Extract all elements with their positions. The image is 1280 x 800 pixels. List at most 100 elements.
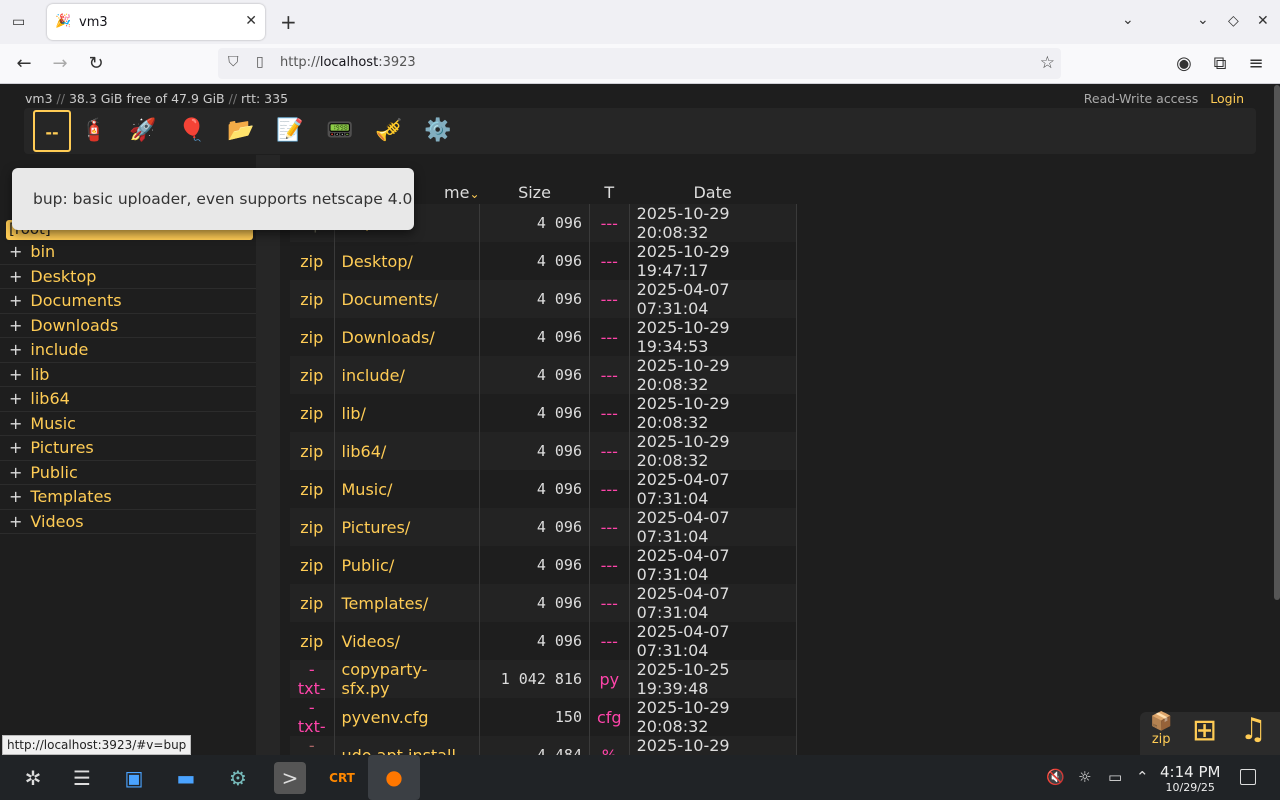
- tree-item[interactable]: + Downloads: [0, 314, 256, 338]
- forward-icon[interactable]: →: [48, 53, 72, 74]
- tree-item[interactable]: + Documents: [0, 289, 256, 314]
- expand-plus-icon[interactable]: +: [9, 389, 22, 408]
- file-name-link[interactable]: Videos/: [334, 622, 480, 660]
- tray-expand-icon[interactable]: ⌃: [1136, 768, 1149, 786]
- close-tab-icon[interactable]: ✕: [245, 13, 257, 29]
- expand-plus-icon[interactable]: +: [9, 463, 22, 482]
- extensions-icon[interactable]: ⧉: [1208, 53, 1232, 74]
- minimize-icon[interactable]: ⌄: [1197, 12, 1209, 28]
- tree-item[interactable]: + Videos: [0, 510, 256, 534]
- login-link[interactable]: Login: [1210, 91, 1244, 106]
- menu-icon[interactable]: ≡: [1244, 53, 1268, 74]
- tree-item[interactable]: + include: [0, 338, 256, 363]
- page-info-icon[interactable]: ▯: [256, 54, 264, 70]
- table-row[interactable]: zip Videos/4 096 --- 2025-04-07 07:31:04: [290, 622, 797, 660]
- shield-icon[interactable]: ⛉: [228, 54, 239, 70]
- url-bar[interactable]: ⛉ ▯ http://localhost:3923 ☆: [218, 48, 1061, 79]
- tree-item[interactable]: + Desktop: [0, 265, 256, 289]
- table-row[interactable]: -txt-pyvenv.cfg 150 cfg 2025-10-29 20:08:32: [290, 698, 797, 736]
- table-row[interactable]: -txt-copyparty-sfx.py 1 042 816 py 2025-10-…: [290, 660, 797, 698]
- table-row[interactable]: zip Desktop/4 096 --- 2025-10-29 19:47:17: [290, 242, 797, 280]
- row-action-link[interactable]: zip: [290, 394, 335, 432]
- row-action-link[interactable]: zip: [290, 318, 335, 356]
- file-name-link[interactable]: lib/: [334, 394, 480, 432]
- row-action-link[interactable]: zip: [290, 584, 335, 622]
- expand-plus-icon[interactable]: +: [9, 438, 22, 457]
- tree-item[interactable]: + lib: [0, 363, 256, 387]
- file-name-link[interactable]: include/: [334, 356, 480, 394]
- close-window-icon[interactable]: ✕: [1257, 13, 1269, 29]
- show-desktop-icon[interactable]: [1240, 769, 1256, 785]
- file-name-link[interactable]: Desktop/: [334, 242, 480, 280]
- expand-plus-icon[interactable]: +: [9, 365, 22, 384]
- browser-tab[interactable]: 🎉 vm3 ✕: [47, 4, 265, 40]
- row-action-link[interactable]: zip: [290, 356, 335, 394]
- file-name-link[interactable]: Pictures/: [334, 508, 480, 546]
- table-row[interactable]: zip Pictures/4 096 --- 2025-04-07 07:31:04: [290, 508, 797, 546]
- file-name-link[interactable]: Music/: [334, 470, 480, 508]
- brightness-icon[interactable]: ☼: [1078, 768, 1091, 786]
- tab-overview-icon[interactable]: ▭: [12, 14, 25, 30]
- expand-plus-icon[interactable]: +: [9, 512, 22, 531]
- row-action-link[interactable]: zip: [290, 622, 335, 660]
- table-row[interactable]: zip Templates/4 096 --- 2025-04-07 07:31:04: [290, 584, 797, 622]
- expand-plus-icon[interactable]: +: [9, 242, 22, 261]
- tree-item[interactable]: + Templates: [0, 485, 256, 510]
- table-row[interactable]: zip Music/4 096 --- 2025-04-07 07:31:04: [290, 470, 797, 508]
- file-name-link[interactable]: Downloads/: [334, 318, 480, 356]
- table-row[interactable]: zip Downloads/4 096 --- 2025-10-29 19:34:53: [290, 318, 797, 356]
- expand-plus-icon[interactable]: +: [9, 267, 22, 286]
- rocket-icon[interactable]: 🚀: [124, 110, 162, 152]
- table-row[interactable]: zip lib64/4 096 --- 2025-10-29 20:08:32: [290, 432, 797, 470]
- bookmark-star-icon[interactable]: ☆: [1040, 53, 1055, 73]
- row-action-link[interactable]: -txt-: [290, 736, 335, 755]
- row-action-link[interactable]: -txt-: [290, 698, 335, 736]
- zip-download-button[interactable]: 📦 zip: [1150, 712, 1172, 748]
- row-action-link[interactable]: zip: [290, 242, 335, 280]
- balloon-icon[interactable]: 🎈: [173, 110, 211, 152]
- tree-item[interactable]: + Public: [0, 461, 256, 485]
- clock[interactable]: 4:14 PM 10/29/25: [1160, 763, 1220, 794]
- fire-extinguisher-icon[interactable]: 🧯: [75, 110, 113, 152]
- discover-store-icon[interactable]: ▣: [118, 762, 150, 794]
- restore-icon[interactable]: ◇: [1228, 13, 1239, 29]
- expand-plus-icon[interactable]: +: [9, 340, 22, 359]
- column-header-size[interactable]: Size: [480, 180, 590, 204]
- new-tab-icon[interactable]: +: [280, 10, 297, 34]
- trumpet-icon[interactable]: 🎺: [370, 110, 408, 152]
- system-settings-icon[interactable]: ☰: [66, 762, 98, 794]
- url-text[interactable]: http://localhost:3923: [280, 55, 416, 70]
- column-header-type[interactable]: T: [590, 180, 630, 204]
- table-row[interactable]: -txt-udo apt install4 484%2025-10-29 20:…: [290, 736, 797, 755]
- app-launcher-icon[interactable]: ✲: [17, 762, 49, 794]
- music-player-icon[interactable]: ♫: [1240, 714, 1267, 746]
- table-row[interactable]: zip Documents/4 096 --- 2025-04-07 07:31:04: [290, 280, 797, 318]
- file-name-link[interactable]: lib64/: [334, 432, 480, 470]
- tree-item[interactable]: + Pictures: [0, 436, 256, 461]
- file-name-link[interactable]: pyvenv.cfg: [334, 698, 480, 736]
- row-action-link[interactable]: zip: [290, 546, 335, 584]
- tab-list-chevron-icon[interactable]: ⌄: [1122, 12, 1134, 28]
- tree-item[interactable]: + lib64: [0, 387, 256, 412]
- file-manager-icon[interactable]: ▬: [170, 762, 202, 794]
- expand-plus-icon[interactable]: +: [9, 291, 22, 310]
- network-icon[interactable]: ▭: [1108, 768, 1122, 786]
- expand-plus-icon[interactable]: +: [9, 316, 22, 335]
- row-action-link[interactable]: zip: [290, 508, 335, 546]
- terminal-icon[interactable]: >: [274, 762, 306, 794]
- table-row[interactable]: zip lib/4 096 --- 2025-10-29 20:08:32: [290, 394, 797, 432]
- file-name-link[interactable]: copyparty-sfx.py: [334, 660, 480, 698]
- back-icon[interactable]: ←: [12, 53, 36, 74]
- muted-speaker-icon[interactable]: 🔇: [1046, 768, 1065, 786]
- tree-divider[interactable]: [256, 155, 280, 755]
- folder-icon[interactable]: 📂: [222, 110, 260, 152]
- file-name-link[interactable]: udo apt install: [334, 736, 480, 755]
- grid-view-icon[interactable]: ⊞: [1192, 716, 1217, 746]
- page-scrollbar[interactable]: [1274, 85, 1280, 600]
- pager-icon[interactable]: 📟: [321, 110, 359, 152]
- crt-terminal-icon[interactable]: CRT: [326, 762, 358, 794]
- table-row[interactable]: zip Public/4 096 --- 2025-04-07 07:31:04: [290, 546, 797, 584]
- tree-item[interactable]: + bin: [0, 240, 256, 265]
- table-row[interactable]: zip include/4 096 --- 2025-10-29 20:08:32: [290, 356, 797, 394]
- file-name-link[interactable]: Templates/: [334, 584, 480, 622]
